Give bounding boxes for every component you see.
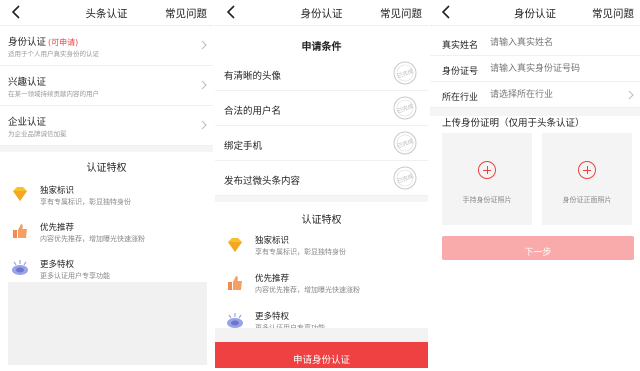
condition-item: 绑定手机 已完成 — [215, 126, 428, 161]
field-label: 真实姓名 — [442, 41, 479, 51]
completed-stamp-icon: 已完成 — [393, 96, 417, 120]
stamp-text: 已完成 — [396, 102, 415, 115]
thumbs-up-icon — [228, 276, 242, 290]
chevron-right-icon — [201, 40, 207, 50]
faq-link[interactable]: 常见问题 — [380, 6, 422, 21]
screen-identity-form: 身份认证 常见问题 真实姓名 身份证号 所在行业 上传身份证明（仅用于头条认证）… — [430, 0, 640, 371]
privilege-desc: 享有专属标识，彰显独特身份 — [255, 248, 346, 256]
bottom-spacer — [215, 328, 428, 342]
empty-area — [8, 282, 207, 365]
chevron-right-icon — [201, 120, 207, 130]
privilege-name: 更多特权 — [40, 260, 75, 270]
completed-stamp-icon: 已完成 — [393, 131, 417, 155]
field-label: 身份证号 — [442, 67, 479, 77]
faq-link[interactable]: 常见问题 — [165, 6, 207, 21]
privilege-name: 独家标识 — [255, 236, 290, 246]
diamond-icon — [13, 187, 27, 201]
auth-item-interest[interactable]: 兴趣认证 在某一领域持续贡献内容的用户 — [0, 66, 213, 106]
thumbs-up-icon — [13, 224, 27, 238]
upload-title: 上传身份证明（仅用于头条认证） — [442, 118, 585, 129]
apply-tag: (可申请) — [48, 38, 79, 47]
auth-item-name: 企业认证 — [8, 117, 47, 128]
privileges-title: 认证特权 — [86, 163, 127, 174]
auth-item-name: 兴趣认证 — [8, 77, 47, 88]
condition-name: 发布过微头条内容 — [224, 176, 301, 187]
upload-handheld-id-photo[interactable]: 手持身份证照片 — [442, 133, 532, 225]
form-row-real-name: 真实姓名 — [430, 30, 640, 56]
apply-identity-button[interactable]: 申请身份认证 — [215, 342, 428, 368]
chevron-right-icon — [628, 90, 634, 100]
stamp-text: 已完成 — [396, 172, 415, 185]
id-number-input[interactable] — [490, 61, 630, 77]
privilege-name: 优先推荐 — [40, 223, 75, 233]
privilege-desc: 内容优先推荐，增加曝光快速涨粉 — [255, 286, 360, 294]
auth-item-enterprise[interactable]: 企业认证 为企业品牌诚信加冕 — [0, 106, 213, 146]
add-icon — [578, 161, 596, 179]
completed-stamp-icon: 已完成 — [393, 166, 417, 190]
privilege-desc: 更多认证用户专享功能 — [40, 272, 110, 280]
industry-select[interactable] — [490, 87, 630, 103]
privilege-name: 优先推荐 — [255, 274, 290, 284]
stamp-text: 已完成 — [396, 67, 415, 80]
diamond-icon — [228, 238, 242, 252]
privilege-desc: 享有专属标识，彰显独特身份 — [40, 198, 131, 206]
auth-item-desc: 适用于个人用户真实身份的认证 — [8, 50, 99, 58]
privilege-item: 独家标识 享有专属标识，彰显独特身份 — [215, 230, 428, 268]
upload-id-front-photo[interactable]: 身份证正面照片 — [542, 133, 632, 225]
privilege-name: 更多特权 — [255, 312, 290, 322]
condition-name: 有清晰的头像 — [224, 71, 282, 82]
completed-stamp-icon: 已完成 — [393, 61, 417, 85]
condition-item: 发布过微头条内容 已完成 — [215, 161, 428, 196]
auth-item-desc: 为企业品牌诚信加冕 — [8, 130, 67, 138]
condition-item: 有清晰的头像 已完成 — [215, 56, 428, 91]
field-label: 所在行业 — [442, 93, 479, 103]
conditions-title: 申请条件 — [301, 42, 342, 53]
auth-item-name: 身份认证 — [8, 37, 47, 48]
form-row-id-number: 身份证号 — [430, 56, 640, 82]
upload-caption: 手持身份证照片 — [462, 196, 512, 204]
next-step-button[interactable]: 下一步 — [442, 236, 634, 260]
privilege-item: 优先推荐 内容优先推荐，增加曝光快速涨粉 — [215, 268, 428, 306]
more-privileges-icon — [12, 260, 28, 275]
screen-toutiao-certification: 头条认证 常见问题 身份认证 (可申请) 适用于个人用户真实身份的认证 兴趣认证 … — [0, 0, 213, 371]
add-icon — [478, 161, 496, 179]
upload-caption: 身份证正面照片 — [562, 196, 612, 204]
top-bar: 身份认证 常见问题 — [430, 0, 640, 26]
privilege-name: 独家标识 — [40, 186, 75, 196]
privilege-item: 优先推荐 内容优先推荐，增加曝光快速涨粉 — [0, 215, 213, 252]
privilege-desc: 内容优先推荐，增加曝光快速涨粉 — [40, 235, 145, 243]
form-row-industry[interactable]: 所在行业 — [430, 82, 640, 108]
chevron-right-icon — [201, 80, 207, 90]
top-bar: 头条认证 常见问题 — [0, 0, 213, 26]
auth-item-identity[interactable]: 身份认证 (可申请) 适用于个人用户真实身份的认证 — [0, 26, 213, 66]
stamp-text: 已完成 — [396, 137, 415, 150]
real-name-input[interactable] — [490, 35, 630, 51]
condition-name: 绑定手机 — [224, 141, 263, 152]
condition-item: 合法的用户名 已完成 — [215, 91, 428, 126]
auth-item-desc: 在某一领域持续贡献内容的用户 — [8, 90, 99, 98]
top-bar: 身份认证 常见问题 — [215, 0, 428, 26]
screen-identity-conditions: 身份认证 常见问题 申请条件 有清晰的头像 已完成 合法的用户名 已完成 绑定手… — [215, 0, 428, 371]
condition-name: 合法的用户名 — [224, 106, 282, 117]
privileges-title: 认证特权 — [301, 215, 342, 226]
privilege-item: 独家标识 享有专属标识，彰显独特身份 — [0, 178, 213, 215]
faq-link[interactable]: 常见问题 — [592, 6, 634, 21]
